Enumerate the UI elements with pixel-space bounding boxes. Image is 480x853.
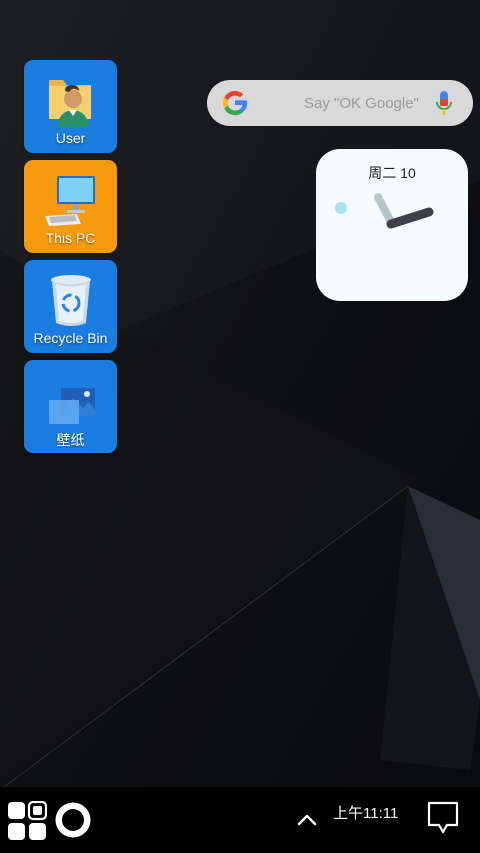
desktop-icon-this-pc[interactable]: This PC: [24, 160, 117, 253]
google-search-widget[interactable]: Say "OK Google": [207, 80, 473, 126]
computer-icon: [44, 176, 95, 226]
analog-clock-icon: [335, 193, 434, 229]
taskbar-clock[interactable]: 上午11:11: [333, 802, 398, 823]
desktop-icon-label: Recycle Bin: [33, 330, 108, 346]
start-menu-icon[interactable]: [7, 801, 47, 841]
user-folder-icon: [48, 80, 91, 127]
desktop-icon-label: User: [55, 130, 86, 146]
desktop-icon-label: 壁纸: [56, 432, 85, 448]
microphone-icon[interactable]: [435, 89, 453, 119]
circle-home-icon[interactable]: [53, 800, 93, 840]
search-hint-text: Say "OK Google": [304, 95, 419, 112]
wallpaper-icon: [48, 388, 95, 424]
desktop-icon-label: This PC: [45, 230, 96, 246]
clock-widget[interactable]: 周二 10: [316, 149, 468, 301]
desktop-icon-recycle-bin[interactable]: Recycle Bin: [24, 260, 117, 353]
notification-icon[interactable]: [427, 801, 459, 835]
desktop-icon-wallpaper[interactable]: 壁纸: [24, 360, 117, 453]
google-g-icon: [222, 90, 248, 116]
chevron-up-icon[interactable]: [295, 809, 319, 829]
recycle-bin-icon: [50, 275, 91, 326]
desktop-icon-user[interactable]: User: [24, 60, 117, 153]
